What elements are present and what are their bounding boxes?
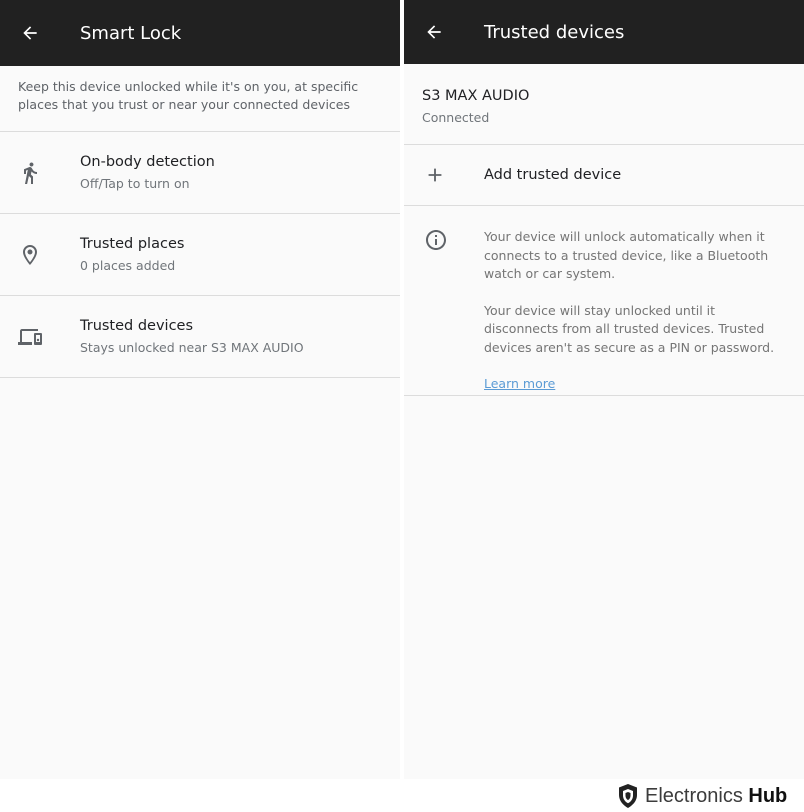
- location-pin-icon: [23, 244, 37, 265]
- on-body-detection-title: On-body detection: [80, 154, 215, 170]
- back-button[interactable]: [0, 0, 64, 66]
- trusted-devices-screen: Trusted devices S3 MAX AUDIO Connected A…: [404, 0, 804, 779]
- info-icon: [426, 230, 446, 250]
- device-name: S3 MAX AUDIO: [422, 88, 530, 104]
- on-body-detection-subtitle: Off/Tap to turn on: [80, 176, 190, 191]
- back-button[interactable]: [404, 0, 468, 64]
- trusted-devices-title: Trusted devices: [80, 318, 194, 334]
- page-title: Trusted devices: [484, 21, 625, 43]
- watermark-brand-regular: Electronics: [645, 784, 743, 807]
- trusted-device-item[interactable]: S3 MAX AUDIO Connected: [404, 64, 804, 145]
- info-section: Your device will unlock automatically wh…: [404, 206, 804, 396]
- trusted-places-subtitle: 0 places added: [80, 258, 176, 273]
- top-app-bar: Trusted devices: [404, 0, 804, 64]
- smart-lock-description: Keep this device unlocked while it's on …: [0, 66, 400, 132]
- add-trusted-device-label: Add trusted device: [484, 167, 622, 183]
- trusted-places-title: Trusted places: [80, 236, 185, 252]
- back-arrow-icon: [427, 25, 441, 39]
- watermark-brand-bold: Hub: [748, 784, 788, 807]
- page-title: Smart Lock: [80, 22, 182, 44]
- info-paragraph-1: Your device will unlock automatically wh…: [484, 229, 769, 281]
- info-paragraph-2: Your device will stay unlocked until it …: [484, 302, 775, 355]
- top-app-bar: Smart Lock: [0, 0, 400, 66]
- trusted-places-item[interactable]: Trusted places 0 places added: [0, 214, 400, 296]
- add-trusted-device-button[interactable]: Add trusted device: [404, 145, 804, 206]
- learn-more-link[interactable]: Learn more: [484, 375, 555, 394]
- trusted-devices-item[interactable]: Trusted devices Stays unlocked near S3 M…: [0, 296, 400, 378]
- device-status: Connected: [422, 110, 490, 125]
- plus-icon: [428, 168, 442, 182]
- on-body-detection-item[interactable]: On-body detection Off/Tap to turn on: [0, 132, 400, 214]
- back-arrow-icon: [23, 26, 37, 40]
- walking-person-icon: [24, 162, 37, 184]
- trusted-devices-subtitle: Stays unlocked near S3 MAX AUDIO: [80, 340, 304, 355]
- devices-icon: [18, 328, 42, 345]
- electronics-hub-watermark: Electronics Hub: [617, 782, 787, 810]
- smart-lock-screen: Smart Lock Keep this device unlocked whi…: [0, 0, 400, 779]
- shield-logo-icon: [619, 784, 637, 808]
